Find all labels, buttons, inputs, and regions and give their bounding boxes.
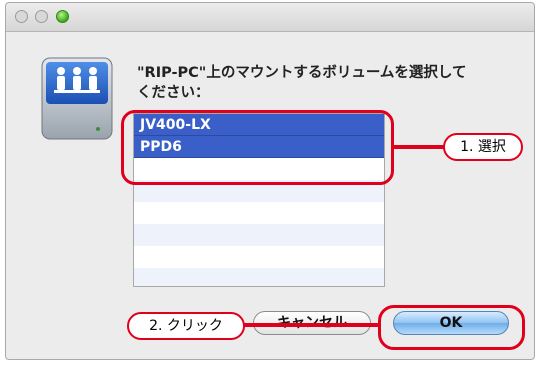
callout-connector	[394, 145, 444, 149]
minimize-window-button[interactable]	[35, 10, 48, 23]
prompt-line-1: "RIP-PC"上のマウントするボリュームを選択して	[137, 65, 467, 81]
callout-connector	[244, 323, 378, 327]
network-disk-icon	[41, 57, 113, 140]
title-bar	[6, 3, 534, 32]
zoom-window-button[interactable]	[56, 10, 69, 23]
empty-row	[134, 246, 384, 268]
empty-row	[134, 268, 384, 286]
ok-highlight	[378, 305, 525, 350]
dialog-prompt: "RIP-PC"上のマウントするボリュームを選択して ください：	[137, 63, 507, 103]
empty-row	[134, 224, 384, 246]
close-window-button[interactable]	[15, 10, 28, 23]
step2-callout: 2. クリック	[127, 312, 245, 340]
empty-row	[134, 202, 384, 224]
prompt-line-2: ください：	[137, 85, 210, 101]
selection-highlight	[121, 110, 394, 185]
step1-callout: 1. 選択	[443, 133, 523, 161]
